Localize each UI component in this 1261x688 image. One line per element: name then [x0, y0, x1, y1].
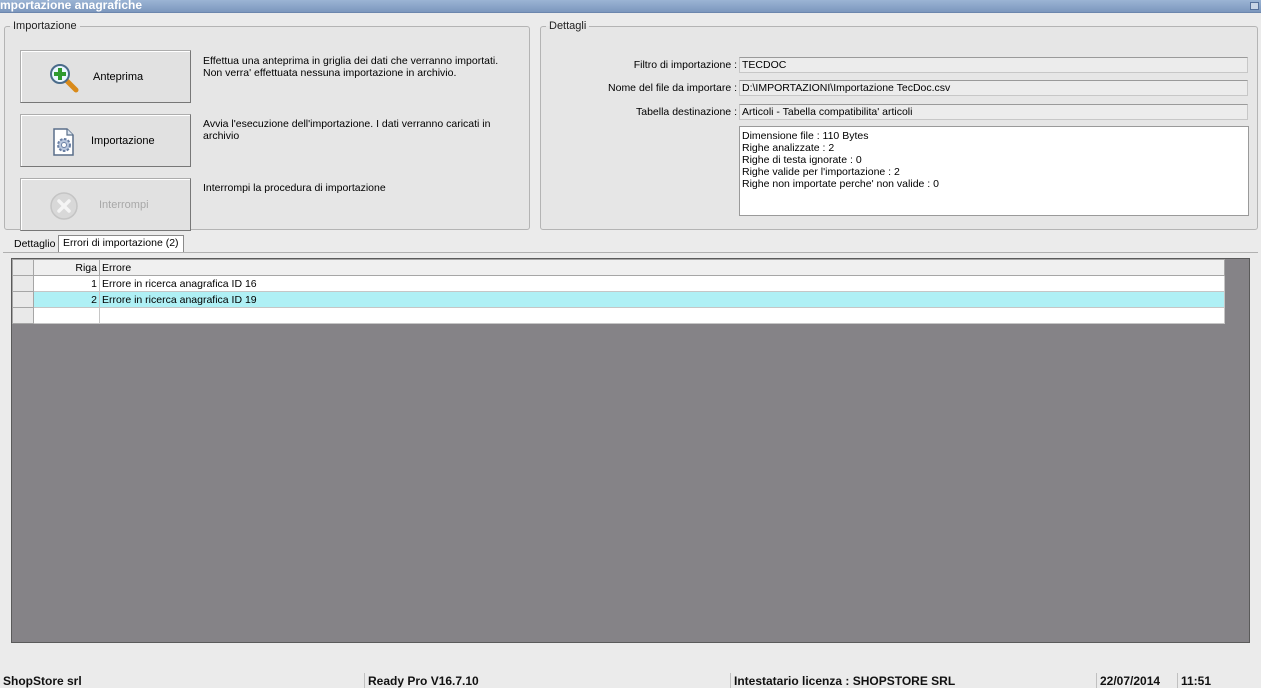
tab-errori-importazione[interactable]: Errori di importazione (2): [58, 235, 184, 253]
cell-errore-empty[interactable]: [99, 307, 1225, 324]
importazione-label: Importazione: [91, 135, 155, 147]
importazione-button[interactable]: Importazione: [20, 114, 191, 167]
cell-riga-empty[interactable]: [33, 307, 100, 324]
dettagli-legend: Dettagli: [549, 20, 587, 32]
errors-grid-panel: Riga Errore 1 Errore in ricerca anagrafi…: [11, 258, 1250, 643]
anteprima-label: Anteprima: [93, 71, 144, 83]
summary-line: Righe analizzate : 2: [742, 142, 835, 154]
document-gear-icon: [53, 128, 74, 156]
errors-grid: Riga Errore 1 Errore in ricerca anagrafi…: [12, 259, 1225, 324]
nome-file-label: Nome del file da importare :: [608, 82, 737, 94]
window-control-button[interactable]: [1250, 2, 1259, 10]
filtro-field[interactable]: TECDOC: [739, 57, 1248, 73]
row-indicator-header: [12, 259, 34, 276]
table-row-selected[interactable]: 2 Errore in ricerca anagrafica ID 19: [12, 291, 1225, 308]
summary-line: Righe valide per l'importazione : 2: [742, 166, 900, 178]
row-indicator[interactable]: [12, 291, 34, 308]
grid-header-row: Riga Errore: [12, 259, 1225, 276]
summary-memo[interactable]: Dimensione file : 110 Bytes Righe analiz…: [739, 126, 1249, 216]
nome-file-field[interactable]: D:\IMPORTAZIONI\Importazione TecDoc.csv: [739, 80, 1248, 96]
dettagli-group: Dettagli Filtro di importazione : TECDOC…: [540, 20, 1258, 230]
status-company: ShopStore srl: [3, 674, 82, 688]
summary-line: Righe non importate perche' non valide :…: [742, 178, 939, 190]
column-header-riga[interactable]: Riga: [33, 259, 100, 276]
filtro-label: Filtro di importazione :: [633, 59, 737, 71]
tab-divider: [3, 252, 1258, 253]
interrompi-button[interactable]: Interrompi: [20, 178, 191, 231]
window-title: mportazione anagrafiche: [0, 0, 143, 12]
interrompi-description: Interrompi la procedura di importazione: [203, 182, 386, 194]
status-version: Ready Pro V16.7.10: [364, 673, 726, 688]
importazione-group: Importazione Anteprima Importazione Inte…: [4, 20, 530, 231]
summary-line: Righe di testa ignorate : 0: [742, 154, 862, 166]
table-row[interactable]: 1 Errore in ricerca anagrafica ID 16: [12, 275, 1225, 292]
table-row-new[interactable]: [12, 307, 1225, 324]
tabella-label: Tabella destinazione :: [636, 106, 737, 118]
status-time: 11:51: [1177, 673, 1255, 688]
row-indicator[interactable]: [12, 275, 34, 292]
anteprima-button[interactable]: Anteprima: [20, 50, 191, 103]
stop-x-icon: [50, 192, 78, 220]
importazione-legend: Importazione: [13, 20, 77, 32]
cell-errore[interactable]: Errore in ricerca anagrafica ID 19: [99, 291, 1225, 308]
column-header-errore[interactable]: Errore: [99, 259, 1225, 276]
status-date: 22/07/2014: [1096, 673, 1174, 688]
importazione-description: Avvia l'esecuzione dell'importazione. I …: [203, 118, 491, 142]
status-license: Intestatario licenza : SHOPSTORE SRL: [730, 673, 1094, 688]
row-indicator[interactable]: [12, 307, 34, 324]
cell-riga[interactable]: 1: [33, 275, 100, 292]
interrompi-label: Interrompi: [99, 199, 149, 211]
tabella-field[interactable]: Articoli - Tabella compatibilita' artico…: [739, 104, 1248, 120]
title-bar: mportazione anagrafiche: [0, 0, 1261, 13]
summary-line: Dimensione file : 110 Bytes: [742, 130, 869, 142]
cell-riga[interactable]: 2: [33, 291, 100, 308]
tab-dettaglio[interactable]: Dettaglio: [10, 237, 59, 252]
magnifier-plus-icon: [50, 64, 79, 93]
cell-errore[interactable]: Errore in ricerca anagrafica ID 16: [99, 275, 1225, 292]
anteprima-description: Effettua una anteprima in griglia dei da…: [203, 55, 499, 79]
